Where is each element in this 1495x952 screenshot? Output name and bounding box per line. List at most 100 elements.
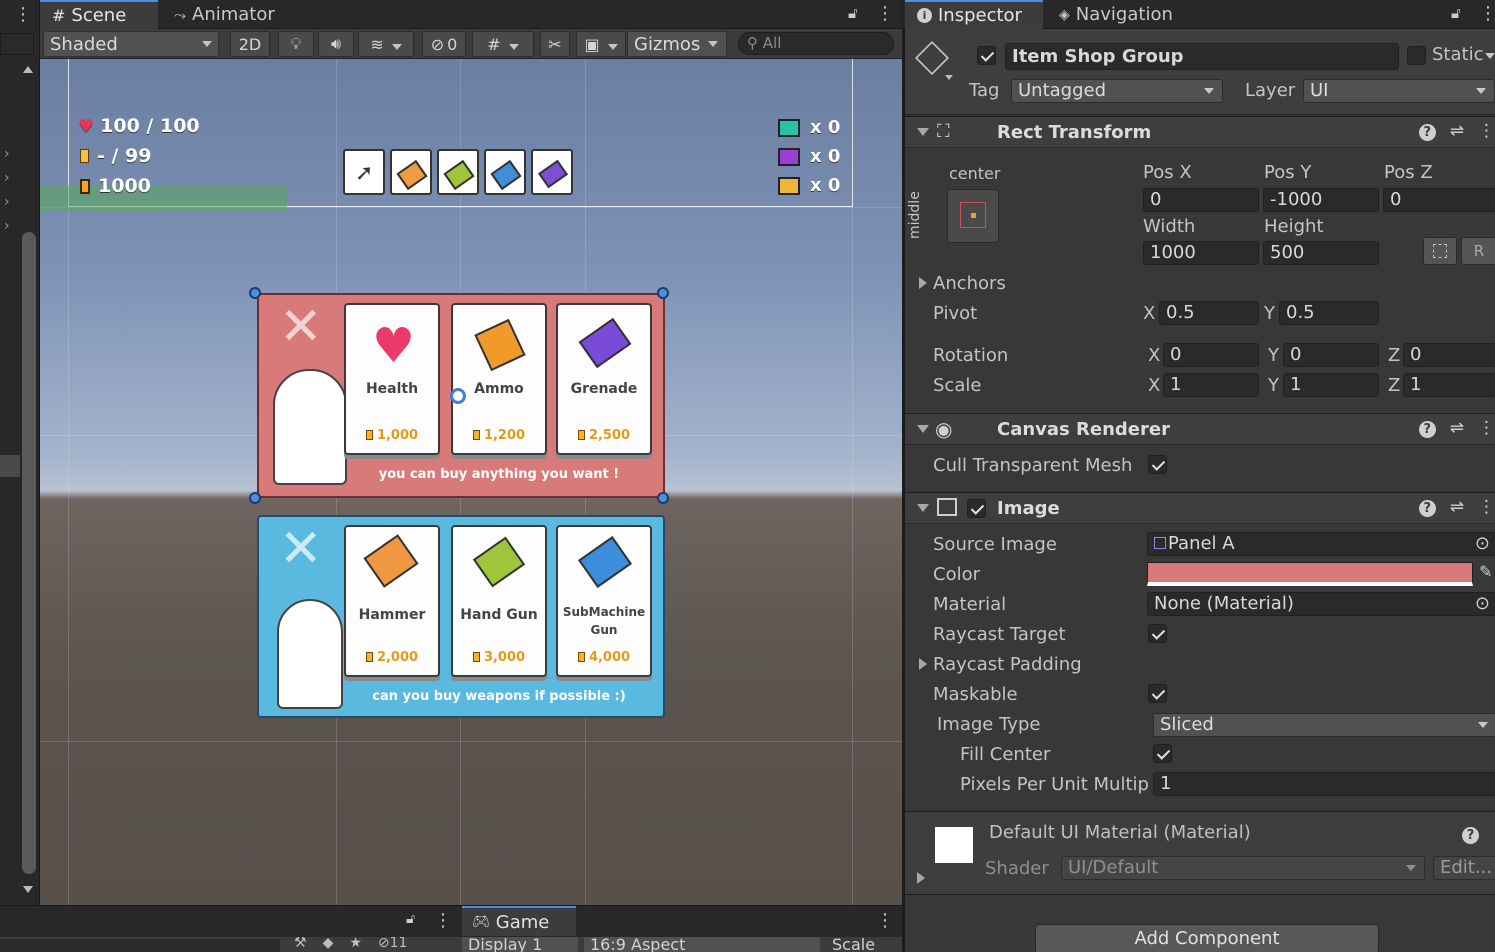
rect-handle[interactable] — [657, 492, 669, 504]
edit-shader-button[interactable]: Edit... — [1433, 856, 1495, 880]
tab-navigation[interactable]: ◈ Navigation — [1047, 0, 1185, 29]
display-dropdown[interactable]: Display 1 — [462, 937, 578, 952]
pivot-y-field[interactable]: 0.5 — [1279, 301, 1379, 325]
tag-dropdown[interactable]: Untagged — [1011, 79, 1223, 103]
rotation-z-field[interactable]: 0 — [1403, 343, 1495, 367]
image-enabled-checkbox[interactable] — [967, 499, 986, 518]
close-x-icon[interactable]: ✕ — [279, 521, 323, 577]
object-picker-icon[interactable]: ⊙ — [1475, 533, 1490, 555]
close-x-icon[interactable]: ✕ — [279, 299, 323, 355]
tab-inspector[interactable]: i Inspector — [905, 0, 1043, 29]
vertical-scrollbar[interactable] — [22, 232, 36, 874]
layer-dropdown[interactable]: UI — [1303, 79, 1495, 103]
scene-visibility-button[interactable]: ⊘ 0 — [422, 31, 466, 57]
width-field[interactable]: 1000 — [1143, 241, 1259, 265]
shader-dropdown[interactable]: UI/Default — [1061, 856, 1425, 880]
presets-icon[interactable]: ⇌ — [1450, 121, 1464, 141]
anchors-label[interactable]: Anchors — [933, 273, 1006, 294]
help-icon[interactable]: ? — [1418, 500, 1436, 517]
maskable-checkbox[interactable] — [1148, 684, 1167, 703]
toolbar-icons[interactable]: ⚒︎ ◆ ★ ⊘11 — [294, 937, 407, 951]
material-field[interactable]: None (Material) ⊙ — [1147, 592, 1495, 616]
raycast-padding-foldout-icon[interactable] — [919, 658, 927, 670]
fill-center-checkbox[interactable] — [1153, 744, 1172, 763]
blueprint-mode-button[interactable] — [1423, 237, 1457, 265]
2d-toggle-button[interactable]: 2D — [230, 31, 270, 57]
presets-icon[interactable]: ⇌ — [1450, 418, 1464, 438]
scale-z-field[interactable]: 1 — [1403, 373, 1495, 397]
height-field[interactable]: 500 — [1263, 241, 1379, 265]
rotation-x-field[interactable]: 0 — [1163, 343, 1259, 367]
star-icon[interactable]: ★ — [349, 937, 362, 951]
canvas-renderer-header[interactable]: ◉ Canvas Renderer ? ⇌ ⋮ — [905, 413, 1495, 445]
pivot-x-field[interactable]: 0.5 — [1159, 301, 1259, 325]
more-menu-icon[interactable]: ⋮ — [876, 3, 894, 24]
more-menu-icon[interactable]: ⋮ — [1478, 418, 1495, 438]
foldout-arrow-icon[interactable] — [917, 128, 929, 136]
add-component-button[interactable]: Add Component — [1035, 924, 1379, 952]
more-menu-icon[interactable]: ⋮ — [876, 910, 894, 931]
expand-arrow-icon[interactable]: › — [4, 194, 10, 210]
expand-arrow-icon[interactable]: › — [4, 170, 10, 186]
tag-icon[interactable]: ◆ — [323, 937, 334, 951]
color-swatch[interactable] — [1147, 562, 1473, 586]
audio-toggle-button[interactable]: 🔊︎ — [318, 31, 354, 57]
shop-item-card[interactable]: Hand Gun 3,000 — [451, 525, 547, 677]
lock-icon[interactable]: 🔓︎ — [1451, 4, 1461, 22]
expand-arrow-icon[interactable]: › — [4, 218, 10, 234]
static-checkbox[interactable] — [1407, 46, 1426, 65]
scene-view[interactable]: ♥ 100 / 100 - / 99 1000 ➚ x 0 x 0 x 0 ✕ … — [40, 59, 902, 905]
tool-icon[interactable]: ⚒︎ — [294, 937, 307, 951]
search-input[interactable]: ⚲ All — [738, 32, 894, 55]
tab-game[interactable]: 🎮︎ Game — [462, 906, 576, 936]
anchor-preset-button[interactable] — [947, 189, 999, 243]
image-type-dropdown[interactable]: Sliced — [1153, 713, 1495, 737]
shading-mode-dropdown[interactable]: Shaded — [43, 31, 219, 57]
foldout-arrow-icon[interactable] — [917, 425, 929, 433]
raw-edit-button[interactable]: R — [1461, 237, 1495, 265]
help-icon[interactable]: ? — [1462, 824, 1479, 844]
pos-z-field[interactable]: 0 — [1383, 188, 1495, 212]
cube-icon[interactable] — [915, 41, 949, 75]
pos-x-field[interactable]: 0 — [1143, 188, 1259, 212]
scale-y-field[interactable]: 1 — [1283, 373, 1379, 397]
shop-item-card[interactable]: Grenade 2,500 — [556, 303, 652, 455]
effects-toggle-button[interactable]: ≋ — [358, 31, 414, 57]
pivot-handle[interactable] — [450, 388, 466, 404]
more-menu-icon[interactable]: ⋮ — [1479, 3, 1495, 24]
lock-icon[interactable]: 🔓︎ — [848, 4, 858, 22]
shop-item-card[interactable]: Ammo 1,200 — [451, 303, 547, 455]
more-menu-icon[interactable]: ⋮ — [14, 4, 32, 25]
hierarchy-field[interactable] — [0, 939, 280, 952]
source-image-field[interactable]: Panel A ⊙ — [1147, 532, 1495, 556]
rotation-y-field[interactable]: 0 — [1283, 343, 1379, 367]
tab-scene[interactable]: # Scene — [40, 0, 158, 29]
scroll-down-icon[interactable] — [23, 886, 33, 893]
aspect-dropdown[interactable]: 16:9 Aspect — [584, 937, 820, 952]
object-picker-icon[interactable]: ⊙ — [1475, 593, 1490, 615]
shop-item-card[interactable]: Hammer 2,000 — [344, 525, 440, 677]
ppu-multiplier-field[interactable]: 1 — [1153, 772, 1495, 796]
scale-x-field[interactable]: 1 — [1163, 373, 1259, 397]
gameobject-name-field[interactable]: Item Shop Group — [1005, 43, 1399, 70]
shop-item-card[interactable]: SubMachine Gun 4,000 — [556, 525, 652, 677]
tools-button[interactable]: ✂︎ — [540, 31, 570, 57]
raycast-padding-label[interactable]: Raycast Padding — [933, 654, 1082, 675]
eyedropper-icon[interactable]: ✎ — [1479, 562, 1492, 581]
presets-icon[interactable]: ⇌ — [1450, 497, 1464, 517]
more-menu-icon[interactable]: ⋮ — [1478, 121, 1495, 141]
lighting-toggle-button[interactable]: 💡︎ — [278, 31, 314, 57]
scale-label[interactable]: Scale — [832, 937, 875, 952]
cull-transparent-mesh-checkbox[interactable] — [1148, 455, 1167, 474]
layers-visibility[interactable]: ⊘11 — [378, 937, 408, 951]
anchors-foldout-icon[interactable] — [919, 277, 927, 289]
expand-arrow-icon[interactable]: › — [4, 146, 10, 162]
more-menu-icon[interactable]: ⋮ — [1478, 497, 1495, 517]
help-icon[interactable]: ? — [1418, 124, 1436, 141]
rect-handle[interactable] — [249, 287, 261, 299]
rect-handle[interactable] — [249, 492, 261, 504]
lock-icon[interactable]: 🔓︎ — [406, 911, 415, 927]
grid-snap-button[interactable]: # — [472, 31, 534, 57]
more-menu-icon[interactable]: ⋮ — [434, 910, 452, 931]
rect-transform-header[interactable]: ⛶ Rect Transform ? ⇌ ⋮ — [905, 116, 1495, 148]
